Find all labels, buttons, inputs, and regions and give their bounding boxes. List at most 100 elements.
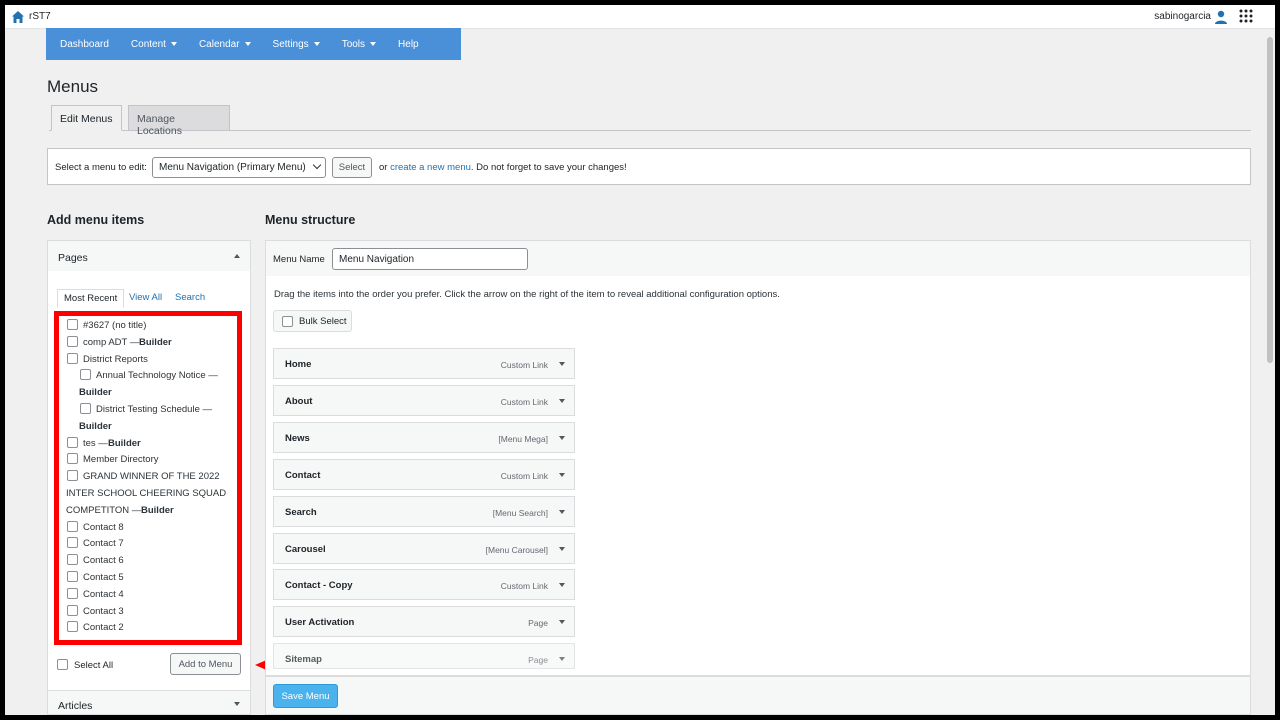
expand-arrow-icon[interactable] <box>559 509 565 514</box>
caret-down-icon <box>244 41 251 46</box>
bulk-select-label: Bulk Select <box>299 316 347 327</box>
chevron-down-icon <box>312 160 322 170</box>
app-window: rST7 sabinogarcia Dashboard Content Cale… <box>5 5 1275 715</box>
nav-calendar[interactable]: Calendar <box>199 39 251 50</box>
home-icon[interactable] <box>11 10 25 24</box>
pages-panel-header[interactable]: Pages <box>47 240 251 272</box>
subtab-search[interactable]: Search <box>169 289 211 306</box>
menu-item[interactable]: Home Custom Link <box>273 348 575 379</box>
menu-item[interactable]: Sitemap Page <box>273 643 575 670</box>
nav-label: Content <box>130 38 166 50</box>
menu-item-name: News <box>285 432 310 444</box>
menu-item[interactable]: Search [Menu Search] <box>273 495 575 527</box>
menu-item[interactable]: Carousel [Menu Carousel] <box>273 532 575 564</box>
apps-grid-icon[interactable] <box>1239 9 1253 23</box>
tab-manage-locations[interactable]: Manage Locations <box>128 105 230 137</box>
scrollbar-thumb[interactable] <box>1267 37 1273 363</box>
expand-arrow-icon[interactable] <box>559 583 565 588</box>
menu-item-name: Home <box>285 359 312 370</box>
expand-arrow-icon[interactable] <box>559 472 565 477</box>
expand-arrow-icon[interactable] <box>559 546 565 551</box>
menu-item-type: [Menu Mega] <box>498 433 548 444</box>
nav-label: Calendar <box>198 38 240 50</box>
expand-arrow-icon[interactable] <box>559 435 565 440</box>
save-menu-button[interactable]: Save Menu <box>273 684 338 708</box>
create-menu-link[interactable]: create a new menu <box>390 162 471 173</box>
nav-content[interactable]: Content <box>131 39 177 50</box>
highlight-box <box>54 311 242 645</box>
user-icon[interactable] <box>1213 9 1229 25</box>
nav-help[interactable]: Help <box>398 39 419 50</box>
tab-edit-menus[interactable]: Edit Menus <box>51 105 122 131</box>
menu-item[interactable]: News [Menu Mega] <box>273 421 575 453</box>
add-menu-items-heading: Add menu items <box>47 213 145 227</box>
menu-item-name: Carousel <box>285 543 326 555</box>
select-help-text: or create a new menu. Do not forget to s… <box>379 162 627 173</box>
menu-item[interactable]: Contact Custom Link <box>273 458 575 490</box>
menu-name-label: Menu Name <box>273 254 325 265</box>
menu-item-type: Custom Link <box>500 396 548 407</box>
site-name[interactable]: rST7 <box>29 11 51 22</box>
top-bar: rST7 sabinogarcia <box>5 5 1275 29</box>
articles-panel-title: Articles <box>58 700 93 712</box>
subtab-view-all[interactable]: View All <box>123 289 168 306</box>
collapse-arrow-icon[interactable] <box>234 254 240 258</box>
menu-item-type: Custom Link <box>500 581 548 592</box>
menu-item-name: User Activation <box>285 617 355 629</box>
page-title: Menus <box>47 77 99 96</box>
nav-settings[interactable]: Settings <box>273 39 320 50</box>
drag-hint-text: Drag the items into the order you prefer… <box>274 289 780 300</box>
menu-item-name: Sitemap <box>285 654 322 666</box>
menu-select-dropdown[interactable]: Menu Navigation (Primary Menu) <box>152 157 326 178</box>
bulk-select-checkbox[interactable] <box>282 316 293 327</box>
menu-item-type: Custom Link <box>500 470 548 481</box>
menu-item-type: [Menu Search] <box>492 507 548 518</box>
select-button[interactable]: Select <box>332 157 372 178</box>
menu-item-name: Search <box>285 506 317 518</box>
page-scrollbar[interactable] <box>1265 29 1275 715</box>
expand-arrow-icon[interactable] <box>559 362 565 366</box>
nav-label: Tools <box>341 38 366 50</box>
username[interactable]: sabinogarcia <box>1154 11 1211 22</box>
articles-panel-header[interactable]: Articles <box>47 690 251 715</box>
caret-down-icon <box>313 41 320 46</box>
main-nav: Dashboard Content Calendar Settings Tool… <box>46 28 461 60</box>
menu-item-name: Contact - Copy <box>285 580 353 592</box>
selected-menu-value: Menu Navigation (Primary Menu) <box>159 162 306 173</box>
pages-panel-title: Pages <box>58 252 88 264</box>
menu-item-name: Contact <box>285 469 321 481</box>
expand-arrow-icon[interactable] <box>559 620 565 625</box>
menu-select-bar: Select a menu to edit: Menu Navigation (… <box>47 148 1251 185</box>
save-reminder-text: . Do not forget to save your changes! <box>470 162 627 173</box>
or-text: or <box>379 162 388 173</box>
expand-arrow-icon[interactable] <box>559 398 565 403</box>
bulk-select-button[interactable]: Bulk Select <box>273 310 352 332</box>
menu-item-type: Custom Link <box>500 360 548 370</box>
menu-item-name: About <box>285 395 313 407</box>
nav-label: Settings <box>272 38 309 50</box>
menu-footer-bar <box>265 676 1251 715</box>
expand-arrow-icon[interactable] <box>559 657 565 662</box>
menu-item[interactable]: User Activation Page <box>273 606 575 638</box>
expand-arrow-icon[interactable] <box>234 702 240 706</box>
menu-item[interactable]: About Custom Link <box>273 384 575 416</box>
select-all-checkbox[interactable] <box>57 659 68 670</box>
nav-tools[interactable]: Tools <box>341 38 377 50</box>
tab-bar: Edit Menus Manage Locations <box>49 105 1251 137</box>
menu-item-type: Page <box>528 618 548 629</box>
menu-item-type: [Menu Carousel] <box>485 544 548 555</box>
menu-item[interactable]: Contact - Copy Custom Link <box>273 569 575 601</box>
select-menu-label: Select a menu to edit: <box>55 162 147 173</box>
subtab-most-recent[interactable]: Most Recent <box>57 289 125 308</box>
caret-down-icon <box>170 41 177 46</box>
nav-label: Dashboard <box>60 38 109 50</box>
menu-name-input[interactable]: Menu Navigation <box>332 248 528 270</box>
caret-down-icon <box>370 41 377 46</box>
nav-label: Help <box>398 38 419 50</box>
add-to-menu-button[interactable]: Add to Menu <box>170 653 241 675</box>
menu-structure-heading: Menu structure <box>265 213 356 227</box>
menu-name-bar: Menu Name Menu Navigation <box>265 240 1251 277</box>
nav-dashboard[interactable]: Dashboard <box>60 39 109 50</box>
select-all-label: Select All <box>74 660 114 671</box>
menu-item-type: Page <box>528 655 548 666</box>
